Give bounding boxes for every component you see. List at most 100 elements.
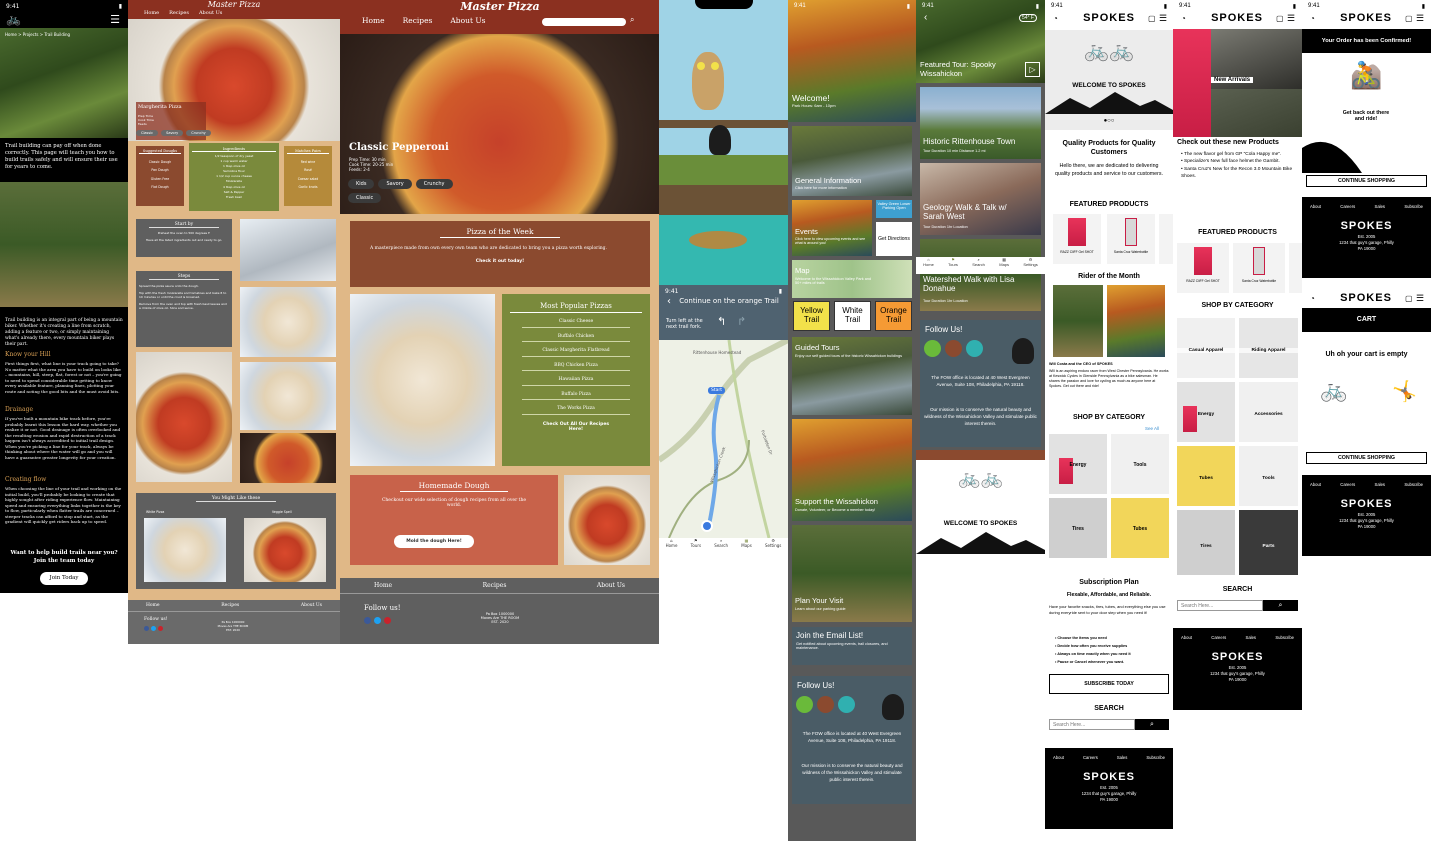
- account-icon[interactable]: ◔: [1310, 294, 1315, 303]
- product-card[interactable]: [1159, 214, 1173, 264]
- see-all-link[interactable]: See All: [1145, 426, 1159, 431]
- nav-about[interactable]: About Us: [450, 16, 485, 25]
- directions-button[interactable]: Get Directions: [876, 222, 912, 256]
- footer-careers[interactable]: Careers: [1340, 482, 1355, 487]
- gel-product-image[interactable]: [1173, 29, 1211, 137]
- tag-chip[interactable]: Savory: [378, 179, 412, 189]
- instagram-icon[interactable]: [817, 696, 834, 713]
- play-icon[interactable]: ▷: [1025, 62, 1040, 77]
- footer-subscribe[interactable]: Subscribe: [1404, 204, 1423, 209]
- footer-about[interactable]: About: [1181, 635, 1192, 640]
- search-button[interactable]: ⌕: [1263, 600, 1298, 611]
- search-input[interactable]: [1049, 719, 1135, 730]
- dough-button[interactable]: Mold the dough Here!: [394, 535, 474, 548]
- footer-about[interactable]: About: [1310, 482, 1321, 487]
- nav-about[interactable]: About Us: [199, 10, 222, 16]
- bag-icon[interactable]: ▢: [1405, 294, 1413, 303]
- popular-item[interactable]: Classic Margherita Flatbread: [522, 348, 630, 357]
- orange-trail-button[interactable]: Orange Trail: [875, 301, 912, 331]
- tab-tours[interactable]: ⚑ Tours: [691, 538, 701, 555]
- search-input[interactable]: [1177, 600, 1263, 611]
- account-icon[interactable]: ◔: [1310, 14, 1315, 23]
- product-card[interactable]: [1289, 243, 1302, 293]
- footer-about[interactable]: About: [1053, 755, 1064, 760]
- dough-item[interactable]: Pan Dough: [139, 166, 181, 174]
- bag-icon[interactable]: ▢: [1276, 14, 1284, 23]
- events-card[interactable]: Events Click here to view upcoming event…: [792, 200, 872, 256]
- pinterest-icon[interactable]: [384, 617, 391, 624]
- hamburger-icon[interactable]: ☰: [1159, 13, 1167, 24]
- tag-chip[interactable]: Kids: [348, 179, 375, 189]
- bag-icon[interactable]: ▢: [1405, 14, 1413, 23]
- tag-chip[interactable]: Classic: [136, 130, 159, 136]
- footer-sales[interactable]: Sales: [1117, 755, 1127, 760]
- account-icon[interactable]: ◔: [1053, 14, 1058, 23]
- tab-settings[interactable]: ⚙ Settings: [1023, 257, 1037, 274]
- footer-about[interactable]: About Us: [301, 603, 322, 608]
- back-arrow-icon[interactable]: ‹: [667, 296, 671, 307]
- brand-logo[interactable]: SPOKES: [1326, 12, 1406, 24]
- tour-card[interactable]: Geology Walk & Talk w/ Sarah West Tour D…: [920, 163, 1041, 235]
- facebook-icon[interactable]: [144, 626, 149, 631]
- footer-subscribe[interactable]: Subscribe: [1146, 755, 1165, 760]
- category-tires[interactable]: Tires: [1177, 510, 1235, 575]
- general-info-card[interactable]: General Information Click here for more …: [792, 126, 912, 196]
- continue-shopping-button[interactable]: CONTINUE SHOPPING: [1306, 452, 1427, 464]
- tab-search[interactable]: ⌕ Search: [714, 538, 728, 555]
- footer-about[interactable]: About: [1310, 204, 1321, 209]
- tab-tours[interactable]: ⚑ Tours: [948, 257, 958, 274]
- continue-shopping-button[interactable]: CONTINUE SHOPPING: [1306, 175, 1427, 187]
- facebook-icon[interactable]: [364, 617, 371, 624]
- footer-sales[interactable]: Sales: [1246, 635, 1256, 640]
- search-input[interactable]: [542, 18, 626, 26]
- twitter-icon[interactable]: [838, 696, 855, 713]
- map-view[interactable]: Start Rittenhouse Homestead Forbidden Dr…: [659, 337, 788, 539]
- category-tires[interactable]: Tires: [1049, 498, 1107, 558]
- category-parts[interactable]: Parts: [1239, 510, 1298, 575]
- popular-item[interactable]: BBQ Chicken Pizza: [522, 363, 630, 371]
- brand-logo[interactable]: SPOKES: [1197, 12, 1277, 24]
- tab-maps[interactable]: ▦ Maps: [999, 257, 1009, 274]
- bag-icon[interactable]: ▢: [1148, 14, 1156, 23]
- account-icon[interactable]: ◔: [1181, 14, 1186, 23]
- tab-settings[interactable]: ⚙ Settings: [765, 538, 781, 555]
- dough-item[interactable]: Flat Dough: [139, 183, 181, 191]
- tag-chip[interactable]: Crunchy: [415, 179, 453, 189]
- brand-logo[interactable]: SPOKES: [1326, 292, 1406, 304]
- hamburger-icon[interactable]: ☰: [1287, 13, 1295, 24]
- site-title[interactable]: Master Pizza: [430, 0, 570, 13]
- site-title[interactable]: Master Pizza: [188, 0, 280, 9]
- nav-home[interactable]: Home: [362, 16, 385, 25]
- search-button[interactable]: ⌕: [1135, 719, 1169, 730]
- dough-item[interactable]: Classic Dough: [139, 158, 181, 166]
- footer-subscribe[interactable]: Subscribe: [1275, 635, 1294, 640]
- brand-logo[interactable]: SPOKES: [1069, 12, 1149, 24]
- tab-search[interactable]: ⌕ Search: [972, 257, 985, 274]
- tab-home[interactable]: ⌂ Home: [666, 538, 678, 555]
- pinterest-icon[interactable]: [158, 626, 163, 631]
- hamburger-icon[interactable]: ☰: [110, 13, 120, 26]
- carousel-dots[interactable]: ●○○: [1045, 118, 1173, 124]
- twitter-icon[interactable]: [151, 626, 156, 631]
- facebook-icon[interactable]: [924, 340, 941, 357]
- popular-item[interactable]: Classic Cheese: [522, 319, 630, 328]
- category-energy[interactable]: Energy: [1177, 382, 1235, 442]
- category-casual[interactable]: Casual Apparel: [1177, 318, 1235, 378]
- footer-home[interactable]: Home: [374, 582, 392, 589]
- footer-about[interactable]: About Us: [597, 582, 625, 589]
- subscribe-button[interactable]: SUBSCRIBE TODAY: [1049, 674, 1169, 694]
- category-tubes[interactable]: Tubes: [1111, 498, 1169, 558]
- tours-card[interactable]: Guided Tours Enjoy our self guided tours…: [792, 337, 912, 415]
- footer-home[interactable]: Home: [146, 603, 160, 608]
- category-tools[interactable]: Tools: [1111, 434, 1169, 494]
- hamburger-icon[interactable]: ☰: [1416, 13, 1424, 24]
- footer-recipes[interactable]: Recipes: [221, 603, 239, 608]
- popular-item[interactable]: Buffalo Chicken: [522, 334, 630, 342]
- email-card[interactable]: Join the Email List! Get notified about …: [792, 627, 912, 665]
- product-card[interactable]: RAZZ CliFF Gel SHOT: [1177, 243, 1229, 293]
- map-card[interactable]: Map Welcome to the Wissahickon Valley Pa…: [792, 260, 912, 298]
- tab-maps[interactable]: ▦ Maps: [741, 538, 752, 555]
- instagram-icon[interactable]: [945, 340, 962, 357]
- dough-item[interactable]: Gluten Free: [139, 175, 181, 183]
- category-riding[interactable]: Riding Apparel: [1239, 318, 1298, 378]
